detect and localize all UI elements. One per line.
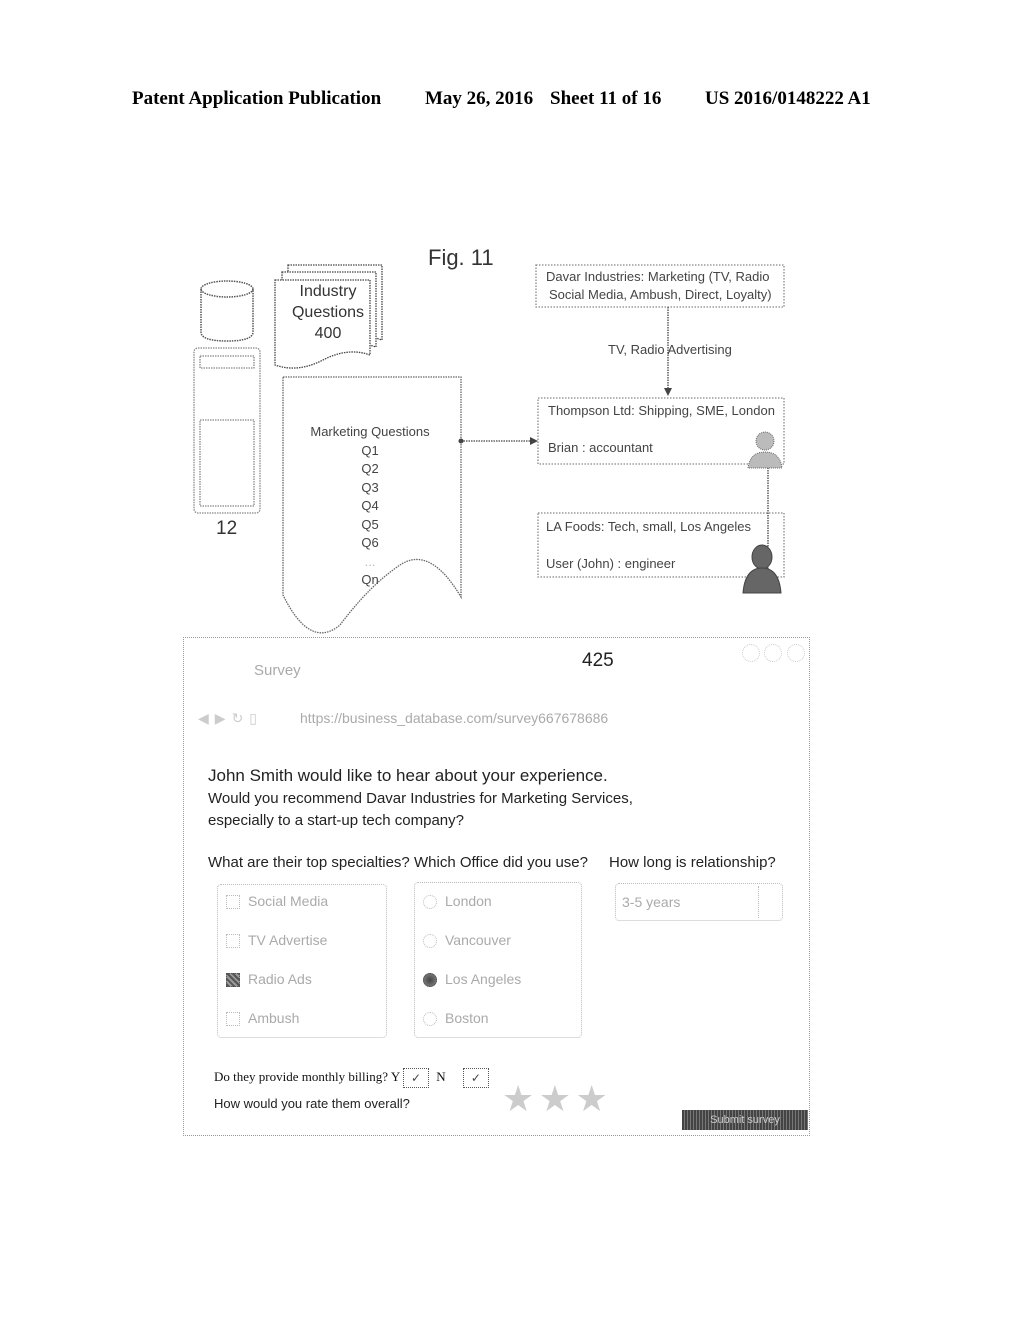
billing-question: Do they provide monthly billing? Y ✓ N ✓ (214, 1068, 489, 1088)
specialty-option-social-media[interactable]: Social Media (226, 893, 329, 910)
question-item: Q6 (361, 535, 379, 550)
option-label: Boston (445, 1010, 489, 1026)
rating-label: How would you rate them overall? (214, 1096, 410, 1111)
window-control-icon[interactable] (764, 644, 783, 662)
address-bar[interactable]: https://business_database.com/survey6676… (300, 710, 608, 726)
arrow-label: TV, Radio Advertising (608, 342, 732, 357)
thompson-box-line1: Thompson Ltd: Shipping, SME, London (548, 403, 775, 418)
radio[interactable] (423, 895, 437, 910)
star-icon[interactable]: ★ (502, 1078, 534, 1119)
mobile-device-icon (193, 347, 261, 514)
arrow-head (530, 437, 538, 445)
survey-ref-number: 425 (582, 650, 614, 671)
checkbox-checked[interactable] (226, 973, 240, 988)
specialties-list: Social Media TV Advertise Radio Ads Ambu… (217, 884, 387, 1038)
industry-questions-ref: 400 (314, 325, 342, 342)
billing-no-checkbox[interactable]: ✓ (462, 1068, 489, 1088)
checkbox[interactable] (226, 934, 240, 949)
lafoods-box-line1: LA Foods: Tech, small, Los Angeles (546, 519, 751, 534)
star-icon[interactable]: ★ (539, 1078, 571, 1119)
radio-selected[interactable] (423, 973, 437, 988)
back-icon[interactable]: ◀ (198, 710, 215, 726)
marketing-questions-list: Marketing Questions Q1 Q2 Q3 Q4 Q5 Q6 ..… (300, 423, 440, 590)
office-option-london[interactable]: London (423, 893, 492, 910)
diagram-shapes (193, 264, 785, 634)
checkbox[interactable] (226, 1012, 240, 1027)
survey-window: Survey 425 ◀▶↻▯ https://business_databas… (183, 637, 810, 1136)
question-item: Q2 (361, 461, 379, 476)
arrow-tail (458, 438, 464, 444)
survey-question-line1: Would you recommend Davar Industries for… (208, 790, 633, 807)
database-icon (200, 280, 254, 342)
industry-questions-line1: Industry (299, 283, 357, 300)
rating-stars[interactable]: ★ ★ ★ (502, 1078, 608, 1120)
checkbox[interactable] (226, 895, 240, 910)
option-label: Radio Ads (248, 971, 312, 987)
device-ref-label: 12 (216, 518, 238, 539)
relationship-select[interactable]: 3-5 years (615, 883, 783, 921)
office-option-vancouver[interactable]: Vancouver (423, 932, 511, 949)
question-item: Q1 (361, 442, 379, 458)
billing-label: Do they provide monthly billing? (214, 1068, 389, 1084)
office-list: London Vancouver Los Angeles Boston (414, 882, 582, 1038)
survey-intro: John Smith would like to hear about your… (208, 766, 608, 785)
specialty-option-radio-ads[interactable]: Radio Ads (226, 971, 312, 988)
radio[interactable] (423, 1012, 437, 1027)
question-item: Q4 (361, 498, 379, 513)
davar-industries-box: Davar Industries: Marketing (TV, Radio S… (546, 268, 772, 304)
survey-question-line2: especially to a start-up tech company? (208, 812, 464, 829)
question-item: ... (364, 553, 376, 569)
home-icon[interactable]: ▯ (249, 710, 263, 726)
option-label: Los Angeles (445, 971, 522, 987)
refresh-icon[interactable]: ↻ (232, 710, 250, 726)
submit-survey-button[interactable]: Submit survey (682, 1110, 808, 1130)
specialty-option-tv-advertise[interactable]: TV Advertise (226, 932, 328, 949)
option-label: Social Media (248, 893, 329, 909)
option-label: Vancouver (445, 932, 511, 948)
thompson-box-line2: Brian : accountant (548, 440, 653, 455)
billing-yes-label: Y (390, 1068, 400, 1084)
billing-yes-checkbox[interactable]: ✓ (402, 1068, 429, 1088)
relationship-label: How long is relationship? (609, 854, 776, 871)
davar-line1: Davar Industries: Marketing (TV, Radio (546, 269, 770, 284)
person-icon-brian (747, 431, 783, 469)
star-icon[interactable]: ★ (575, 1078, 607, 1119)
arrow-head (664, 388, 672, 396)
question-item: Q3 (361, 479, 379, 495)
davar-line2: Social Media, Ambush, Direct, Loyalty) (549, 287, 772, 302)
specialty-option-ambush[interactable]: Ambush (226, 1010, 300, 1027)
marketing-questions-title: Marketing Questions (310, 424, 430, 439)
industry-questions-line2: Questions (291, 304, 365, 321)
industry-questions-label: Industry Questions 400 (275, 281, 381, 344)
option-label: London (445, 893, 492, 909)
relationship-value: 3-5 years (622, 894, 681, 910)
window-control-icon[interactable] (742, 644, 760, 662)
window-control-icon[interactable] (786, 644, 805, 662)
office-option-los-angeles[interactable]: Los Angeles (423, 971, 522, 988)
question-item: Qn (361, 572, 379, 587)
forward-icon[interactable]: ▶ (215, 710, 232, 726)
billing-no-label: N (436, 1068, 446, 1084)
survey-window-title: Survey (254, 662, 301, 679)
radio[interactable] (423, 934, 437, 949)
lafoods-box-line2: User (John) : engineer (546, 556, 676, 571)
browser-nav: ◀▶↻▯ (198, 710, 263, 727)
option-label: Ambush (248, 1010, 300, 1026)
person-icon-john (742, 544, 782, 594)
question-item: Q5 (361, 516, 379, 532)
office-option-boston[interactable]: Boston (423, 1010, 489, 1027)
dropdown-divider (758, 886, 760, 918)
specialties-label: What are their top specialties? (208, 854, 410, 871)
option-label: TV Advertise (248, 932, 328, 948)
office-label: Which Office did you use? (414, 854, 588, 871)
window-controls (742, 644, 805, 667)
